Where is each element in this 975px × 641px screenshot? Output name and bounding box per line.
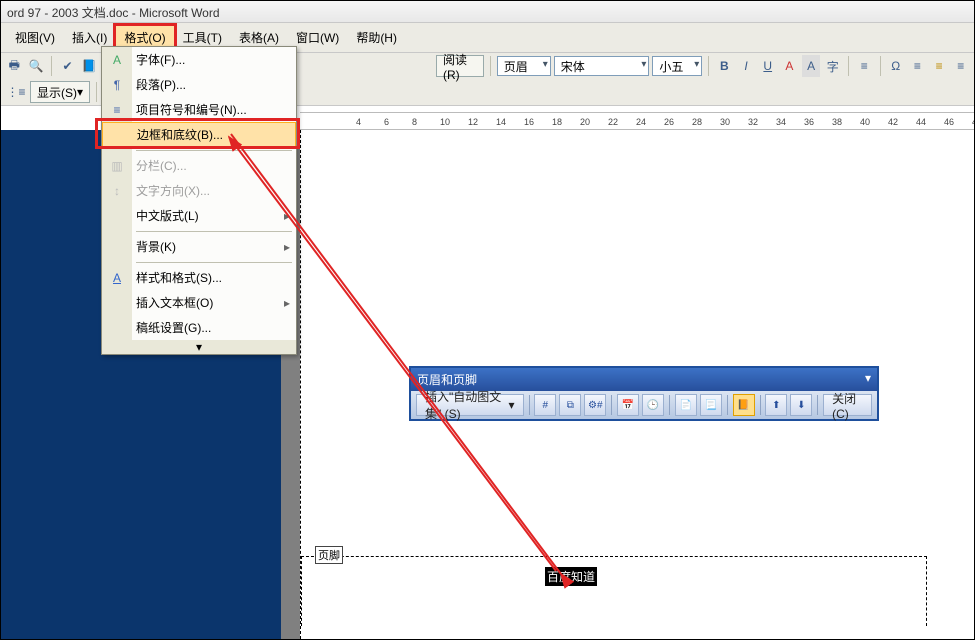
insert-page-count-icon[interactable]: ⧉ <box>559 394 581 416</box>
ruler-tick: 34 <box>776 117 786 127</box>
menuitem-font[interactable]: A字体(F)... <box>102 47 296 72</box>
ruler-tick: 8 <box>412 117 417 127</box>
bullets-icon: ≡ <box>107 103 127 117</box>
align-left-icon[interactable]: ≡ <box>908 55 927 77</box>
menuitem-background[interactable]: 背景(K)▸ <box>102 234 296 259</box>
ruler-tick: 6 <box>384 117 389 127</box>
horizontal-ruler: 4681012141618202224262830323436384042444… <box>300 112 974 130</box>
insert-date-icon[interactable]: 📅 <box>617 394 639 416</box>
menuitem-paragraph[interactable]: ¶段落(P)... <box>102 72 296 97</box>
ruler-tick: 32 <box>748 117 758 127</box>
ruler-tick: 20 <box>580 117 590 127</box>
ruler-tick: 12 <box>468 117 478 127</box>
ruler-tick: 10 <box>440 117 450 127</box>
footer-edit-region[interactable]: 页脚 百度知道 <box>301 556 927 626</box>
ruler-tick: 14 <box>496 117 506 127</box>
paragraph-icon: ¶ <box>107 78 127 92</box>
style-combo[interactable]: 页眉 <box>497 56 551 76</box>
omega-icon[interactable]: Ω <box>886 55 905 77</box>
char-border-icon[interactable]: 字 <box>823 55 842 77</box>
display-button[interactable]: 显示(S) ▾ <box>30 81 90 103</box>
ruler-tick: 22 <box>608 117 618 127</box>
ruler-tick: 36 <box>804 117 814 127</box>
textdir-icon: ↕ <box>107 184 127 198</box>
menuitem-manuscript[interactable]: 稿纸设置(G)... <box>102 315 296 340</box>
insert-time-icon[interactable]: 🕒 <box>642 394 664 416</box>
ruler-tick: 26 <box>664 117 674 127</box>
ruler-tick: 28 <box>692 117 702 127</box>
spellcheck-icon[interactable]: ✔ <box>58 55 77 77</box>
menuitem-columns: ▥分栏(C)... <box>102 153 296 178</box>
switch-section-icon[interactable]: 📙 <box>733 394 755 416</box>
menuitem-insert-textbox[interactable]: 插入文本框(O)▸ <box>102 290 296 315</box>
list-icon[interactable]: ⋮≡ <box>5 81 27 103</box>
header-footer-title: 页眉和页脚 <box>417 371 477 388</box>
menuitem-cjk[interactable]: 中文版式(L)▸ <box>102 203 296 228</box>
menu-view[interactable]: 视图(V) <box>7 26 63 49</box>
ruler-tick: 40 <box>860 117 870 127</box>
header-footer-toolbar: 页眉和页脚 ▾ 插入"自动图文集" (S) ▾ # ⧉ ⚙# 📅 🕒 📄 📃 📙… <box>409 366 879 421</box>
underline-icon[interactable]: U <box>758 55 777 77</box>
format-page-number-icon[interactable]: ⚙# <box>584 394 606 416</box>
align-justify-icon[interactable]: ≡ <box>855 55 874 77</box>
menu-help[interactable]: 帮助(H) <box>348 26 405 49</box>
align-right-icon[interactable]: ≡ <box>951 55 970 77</box>
ruler-tick: 16 <box>524 117 534 127</box>
ruler-tick: 30 <box>720 117 730 127</box>
header-footer-dropdown-icon[interactable]: ▾ <box>865 371 871 388</box>
italic-icon[interactable]: I <box>737 55 756 77</box>
styles-icon: A <box>107 271 127 285</box>
format-dropdown: A字体(F)... ¶段落(P)... ≡项目符号和编号(N)... 边框和底纹… <box>101 46 297 355</box>
font-icon: A <box>107 53 127 67</box>
bold-icon[interactable]: B <box>715 55 734 77</box>
ruler-tick: 48 <box>972 117 974 127</box>
prev-section-icon[interactable]: ⬆ <box>765 394 787 416</box>
ruler-tick: 46 <box>944 117 954 127</box>
window-title: ord 97 - 2003 文档.doc - Microsoft Word <box>1 1 974 23</box>
print-preview-icon[interactable]: 🔍 <box>27 55 46 77</box>
next-section-icon[interactable]: ⬇ <box>790 394 812 416</box>
print-icon[interactable]: 🖶 <box>5 55 24 77</box>
close-header-footer-button[interactable]: 关闭(C) <box>823 394 872 416</box>
columns-icon: ▥ <box>107 159 127 173</box>
insert-autotext-button[interactable]: 插入"自动图文集" (S) ▾ <box>416 394 524 416</box>
ruler-tick: 18 <box>552 117 562 127</box>
menuitem-styles[interactable]: A样式和格式(S)... <box>102 265 296 290</box>
menuitem-textdir: ↕文字方向(X)... <box>102 178 296 203</box>
research-icon[interactable]: 📘 <box>80 55 99 77</box>
ruler-tick: 44 <box>916 117 926 127</box>
fontsize-combo[interactable]: 小五 <box>652 56 702 76</box>
menuitem-bullets[interactable]: ≡项目符号和编号(N)... <box>102 97 296 122</box>
footer-selected-text[interactable]: 百度知道 <box>545 567 597 586</box>
font-shadow-icon[interactable]: A <box>802 55 821 77</box>
insert-page-number-icon[interactable]: # <box>534 394 556 416</box>
menuitem-borders-shading[interactable]: 边框和底纹(B)... <box>102 122 296 147</box>
footer-label: 页脚 <box>315 546 343 564</box>
ruler-tick: 42 <box>888 117 898 127</box>
font-outline-icon[interactable]: A <box>780 55 799 77</box>
ruler-tick: 24 <box>636 117 646 127</box>
page-setup-icon[interactable]: 📄 <box>675 394 697 416</box>
show-hide-doc-icon[interactable]: 📃 <box>700 394 722 416</box>
ruler-tick: 4 <box>356 117 361 127</box>
read-button[interactable]: 阅读(R) <box>436 55 484 77</box>
font-combo[interactable]: 宋体 <box>554 56 650 76</box>
align-center-icon[interactable]: ≡ <box>930 55 949 77</box>
ruler-tick: 38 <box>832 117 842 127</box>
